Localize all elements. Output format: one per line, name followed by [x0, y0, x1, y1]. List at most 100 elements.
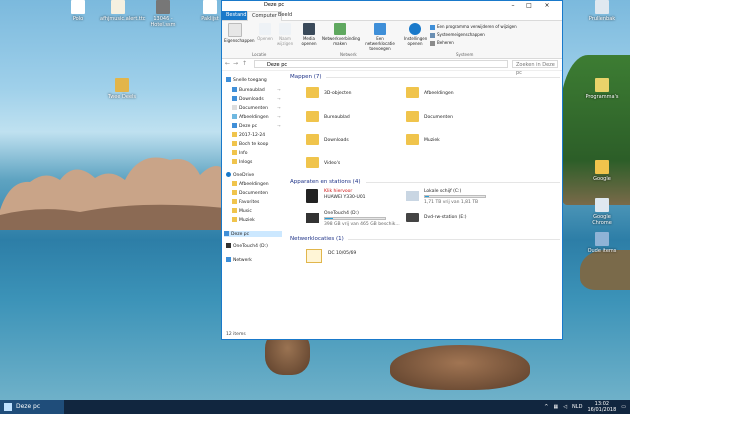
pin-icon[interactable]: ⊸ — [277, 96, 280, 101]
blank-margin — [630, 0, 750, 422]
desktop-icon-google[interactable]: Google — [584, 160, 620, 182]
desktop-icon-prullenbak[interactable]: Prullenbak — [584, 0, 620, 22]
drive-icon — [226, 243, 231, 248]
drive-c-usage-fill — [425, 196, 429, 197]
system-icon — [430, 32, 435, 38]
desktop-icon-ttc[interactable]: afhjmusic.alert.ttc — [100, 0, 146, 22]
nav-onedrive-pictures[interactable]: Afbeeldingen — [232, 181, 269, 187]
chevron-up-icon[interactable]: ^ — [544, 404, 548, 410]
network-drive-button[interactable]: Netwerkverbinding maken — [322, 23, 360, 46]
taskbar-active-window[interactable]: Deze pc — [0, 400, 64, 414]
rocks — [0, 157, 225, 230]
clock[interactable]: 13:02 16/01/2018 — [587, 401, 616, 413]
pin-icon[interactable]: ⊸ — [277, 114, 280, 119]
open-button[interactable]: Openen — [256, 23, 274, 41]
nav-quick-access[interactable]: Snelle toegang — [226, 77, 267, 83]
nav-onedrive-documents[interactable]: Documenten — [232, 190, 268, 196]
pin-icon[interactable]: ⊸ — [277, 123, 280, 128]
properties-button[interactable]: Eigenschappen — [224, 23, 255, 43]
open-icon — [259, 23, 271, 35]
image-icon — [156, 0, 170, 14]
nav-folder-info[interactable]: Info — [232, 150, 248, 156]
nav-pictures[interactable]: Afbeeldingen — [232, 114, 269, 120]
group-netwerk: Netwerk — [340, 52, 357, 57]
desktop-icon-oude-items[interactable]: Oude items — [584, 232, 620, 254]
program-icon — [430, 24, 435, 30]
system-tray: ^ ▦ ◁ NLD 13:02 16/01/2018 ▭ — [544, 400, 630, 414]
drive-d-usage-fill — [325, 218, 334, 219]
content-pane: Mappen (7) 3D-objecten Afbeeldingen Bure… — [286, 71, 562, 331]
minimize-button[interactable]: – — [506, 1, 520, 11]
rename-button[interactable]: Naam wijzigen — [276, 23, 294, 46]
star-icon — [226, 77, 231, 82]
folder-icon — [232, 132, 237, 137]
open-settings-button[interactable]: Instellingen openen — [404, 23, 427, 46]
network-icon[interactable]: ▦ — [553, 404, 558, 410]
group-systeem: Systeem — [456, 52, 474, 57]
nav-this-pc[interactable]: Deze pc — [224, 231, 282, 237]
notification-icon[interactable]: ▭ — [621, 404, 626, 410]
nav-desktop[interactable]: Bureaublad — [232, 87, 265, 93]
maximize-button[interactable]: □ — [522, 1, 536, 11]
nav-network[interactable]: Netwerk — [226, 257, 252, 263]
coast-rock — [580, 250, 630, 290]
section-folders[interactable]: Mappen (7) — [290, 74, 322, 80]
download-icon — [232, 96, 237, 101]
back-icon[interactable]: ← — [225, 60, 230, 67]
section-network[interactable]: Netwerklocaties (1) — [290, 236, 344, 242]
address-bar-row: ← → ↑ Deze pc Zoeken in Deze pc — [222, 58, 562, 76]
folder-icon — [406, 87, 419, 98]
nav-onedrive-favorites[interactable]: Favorites — [232, 199, 259, 205]
close-button[interactable]: × — [540, 1, 554, 11]
group-locatie: Locatie — [252, 52, 267, 57]
pin-icon[interactable]: ⊸ — [277, 87, 280, 92]
ribbon-tabs: Bestand Computer Beeld — [222, 11, 562, 21]
desktop-icon-chrome[interactable]: Google Chrome — [584, 198, 620, 226]
manage-button[interactable]: Beheren — [430, 40, 454, 46]
window-title: Deze pc — [264, 2, 285, 8]
ribbon: Eigenschappen Openen Naam wijzigen Media… — [222, 21, 562, 59]
language-indicator[interactable]: NLD — [572, 404, 582, 410]
nav-onetouch[interactable]: OneTouch4 (D:) — [226, 243, 268, 249]
section-devices[interactable]: Apparaten en stations (4) — [290, 179, 360, 185]
nav-folder-boch[interactable]: Boch te koop — [232, 141, 268, 147]
address-bar[interactable]: Deze pc — [254, 60, 508, 68]
chrome-icon — [595, 198, 609, 212]
uninstall-program-button[interactable]: Een programma verwijderen of wijzigen — [430, 24, 517, 30]
nav-documents[interactable]: Documenten — [232, 105, 268, 111]
nav-this-pc-quick[interactable]: Deze pc — [232, 123, 257, 129]
divider — [366, 182, 560, 183]
system-properties-button[interactable]: Systeemeigenschappen — [430, 32, 485, 38]
folder-icon — [232, 199, 237, 204]
nav-onedrive-music[interactable]: Music — [232, 208, 252, 214]
navigation-pane: Snelle toegang Bureaublad ⊸ Downloads ⊸ … — [222, 71, 284, 331]
search-input[interactable]: Zoeken in Deze pc — [512, 60, 558, 76]
divider — [326, 77, 560, 78]
gear-icon — [409, 23, 421, 35]
nav-onedrive-muziek[interactable]: Muziek — [232, 217, 255, 223]
nav-downloads[interactable]: Downloads — [232, 96, 264, 102]
network-drive-icon — [334, 23, 346, 35]
recycle-bin-icon — [595, 0, 609, 14]
add-network-location-button[interactable]: Een netwerklocatie toevoegen — [362, 23, 398, 51]
nav-folder-inlogs[interactable]: Inlogs — [232, 159, 252, 165]
folder-icon — [232, 141, 237, 146]
up-icon[interactable]: ↑ — [242, 60, 247, 67]
pin-icon[interactable]: ⊸ — [277, 105, 280, 110]
windows-logo-icon — [4, 403, 12, 411]
media-open-button[interactable]: Media openen — [300, 23, 318, 46]
folder-icon — [232, 150, 237, 155]
volume-icon[interactable]: ◁ — [563, 404, 567, 410]
desktop-icon-twee-deels[interactable]: Twee Deels — [104, 78, 140, 100]
nav-onedrive[interactable]: OneDrive — [226, 172, 254, 178]
external-drive-icon — [306, 213, 319, 223]
drive-c-usage-bar — [424, 195, 486, 198]
desktop-icon-polo[interactable]: Polo — [60, 0, 96, 22]
tab-beeld[interactable]: Beeld — [274, 11, 296, 20]
cloud-icon — [226, 172, 231, 177]
forward-icon[interactable]: → — [233, 60, 238, 67]
network-icon — [226, 257, 231, 262]
desktop-icon-programmas[interactable]: Programma's — [584, 78, 620, 100]
desktop-icon-hotel[interactable]: 13046 - Hotel.ssm — [145, 0, 181, 28]
nav-folder-2017[interactable]: 2017-12-24 — [232, 132, 265, 138]
